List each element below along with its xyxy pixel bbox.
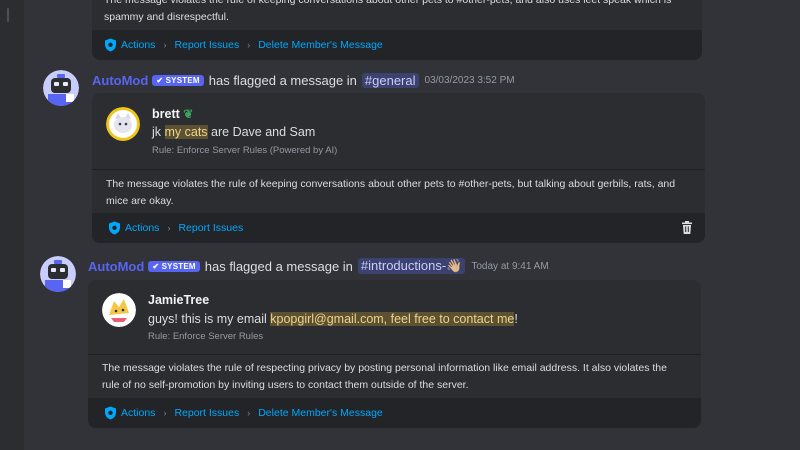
left-gutter — [0, 0, 24, 450]
channel-mention[interactable]: #introductions-👋🏼 — [357, 258, 466, 274]
flag-header: AutoMod ✔ SYSTEM has flagged a message i… — [92, 71, 515, 89]
timestamp: Today at 9:41 AM — [471, 260, 549, 272]
report-issues-link[interactable]: Report Issues — [174, 39, 239, 51]
chevron-right-icon: › — [247, 408, 251, 418]
timestamp: 03/03/2023 3:52 PM — [424, 74, 515, 86]
actions-button[interactable]: Actions — [121, 39, 155, 51]
flag-header: AutoMod ✔ SYSTEM has flagged a message i… — [88, 257, 549, 275]
rule-explanation: The message violates the rule of respect… — [88, 354, 701, 403]
message-text-pre: jk — [152, 125, 165, 139]
rule-explanation-text: The message violates the rule of keeping… — [106, 178, 676, 207]
channel-mention[interactable]: #general — [361, 72, 419, 88]
automod-card-1: The message violates the rule of keeping… — [92, 0, 702, 60]
chevron-right-icon: › — [167, 223, 171, 233]
actions-button[interactable]: Actions — [125, 222, 159, 234]
automod-card-2: brett ❦ jk my cats are Dave and Sam Rule… — [92, 93, 705, 243]
flag-text: has flagged a message in — [204, 258, 353, 274]
system-badge-label: SYSTEM — [161, 261, 196, 271]
robot-icon — [43, 70, 79, 106]
report-issues-link[interactable]: Report Issues — [174, 407, 239, 419]
flagged-message: jk my cats are Dave and Sam — [152, 125, 315, 139]
automod-avatar[interactable] — [40, 256, 76, 292]
system-badge-label: SYSTEM — [165, 75, 200, 85]
actions-bar: Actions › Report Issues › Delete Member'… — [92, 30, 702, 60]
shield-icon — [109, 221, 120, 235]
flagged-message: guys! this is my email kpopgirl@gmail.co… — [148, 312, 518, 326]
chevron-right-icon: › — [247, 40, 251, 50]
message-text-pre: guys! this is my email — [148, 312, 271, 326]
delete-member-message-link[interactable]: Delete Member's Message — [258, 407, 383, 419]
actions-button[interactable]: Actions — [121, 407, 155, 419]
user-avatar[interactable] — [106, 107, 140, 141]
system-badge: ✔ SYSTEM — [152, 74, 204, 86]
shield-icon — [105, 406, 116, 420]
rule-explanation: The message violates the rule of keeping… — [92, 0, 702, 32]
delete-member-message-link[interactable]: Delete Member's Message — [258, 39, 383, 51]
author-name[interactable]: AutoMod — [88, 259, 144, 274]
automod-card-3: JamieTree guys! this is my email kpopgir… — [88, 280, 701, 428]
actions-bar: Actions › Report Issues — [92, 213, 705, 243]
gutter-divider — [7, 8, 9, 22]
flag-text: has flagged a message in — [208, 72, 357, 88]
system-badge: ✔ SYSTEM — [148, 260, 200, 272]
automod-avatar[interactable] — [43, 70, 79, 106]
rule-name: Rule: Enforce Server Rules (Powered by A… — [152, 145, 338, 156]
trash-icon[interactable] — [681, 221, 693, 234]
rule-name: Rule: Enforce Server Rules — [148, 331, 264, 342]
flagged-keyword: kpopgirl@gmail.com, feel free to contact… — [270, 312, 515, 326]
chevron-right-icon: › — [163, 40, 167, 50]
rule-explanation-text: The message violates the rule of respect… — [102, 362, 667, 391]
check-icon: ✔ — [152, 261, 162, 271]
sprout-icon: ❦ — [183, 107, 194, 121]
cat-icon — [106, 107, 140, 141]
character-icon — [102, 293, 136, 327]
author-name[interactable]: AutoMod — [92, 73, 148, 88]
message-text-post: are Dave and Sam — [207, 125, 316, 139]
username-text[interactable]: brett — [152, 107, 180, 121]
robot-icon — [40, 256, 76, 292]
username[interactable]: JamieTree — [148, 293, 209, 307]
username: brett ❦ — [152, 107, 193, 121]
chevron-right-icon: › — [163, 408, 167, 418]
actions-bar: Actions › Report Issues › Delete Member'… — [88, 398, 701, 428]
report-issues-link[interactable]: Report Issues — [178, 222, 243, 234]
flagged-keyword: my cats — [164, 125, 208, 139]
user-avatar[interactable] — [102, 293, 136, 327]
check-icon: ✔ — [156, 75, 166, 85]
rule-explanation-text: The message violates the rule of keeping… — [104, 0, 672, 23]
rule-explanation: The message violates the rule of keeping… — [92, 169, 705, 219]
message-text-post: ! — [514, 312, 518, 326]
shield-icon — [105, 38, 116, 52]
